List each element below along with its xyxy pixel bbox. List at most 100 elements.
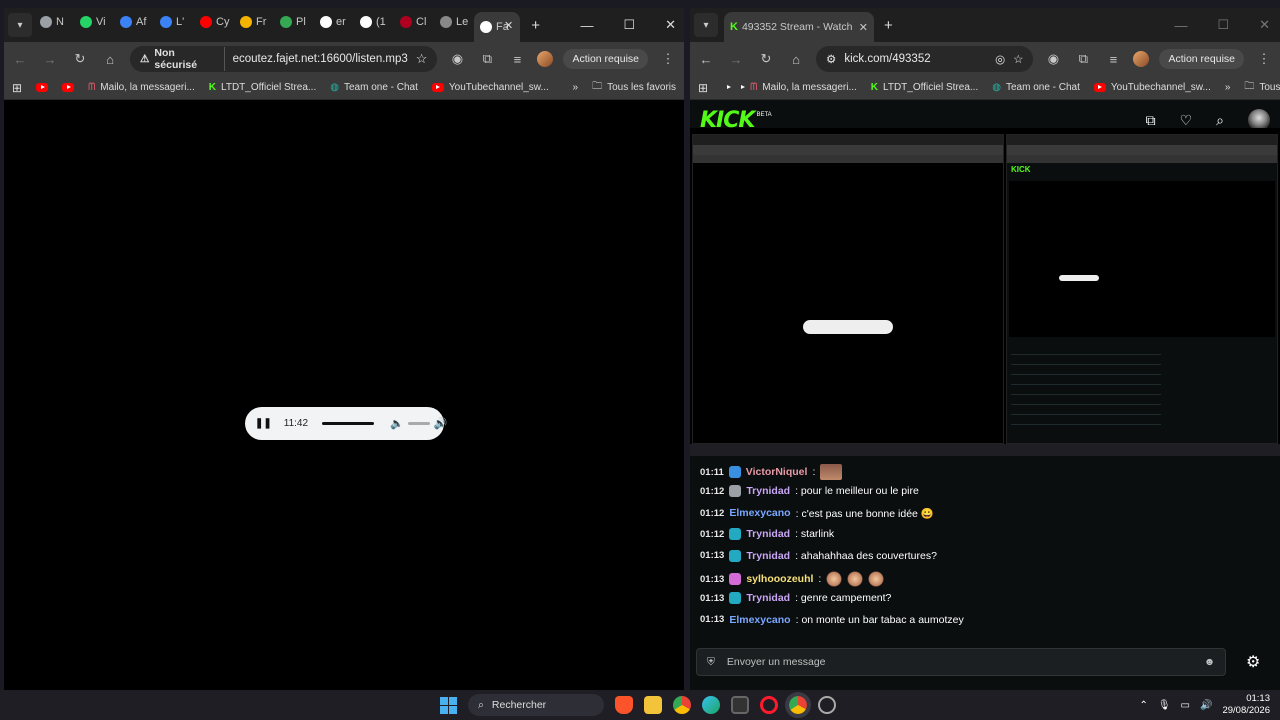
volume-icon[interactable]: 🔊: [1200, 700, 1212, 711]
volume-control[interactable]: 🔈 🔊: [390, 417, 447, 430]
chat-username[interactable]: sylhooozeuhl: [746, 573, 813, 585]
back-icon[interactable]: ←: [10, 52, 30, 67]
reload-icon[interactable]: ↻: [756, 51, 776, 67]
close-window-button[interactable]: ✕: [665, 17, 676, 33]
media-control-icon[interactable]: ≡: [1103, 52, 1123, 67]
bookmark-ltdt[interactable]: K LTDT_Officiel Strea...: [209, 82, 316, 93]
emoji-icon[interactable]: ☻: [1204, 656, 1215, 668]
microphone-icon[interactable]: 🎙: [1158, 700, 1171, 711]
action-required-button[interactable]: Action requise: [563, 49, 648, 69]
more-bookmarks-icon[interactable]: »: [573, 82, 579, 93]
clips-icon[interactable]: ⧉: [1146, 112, 1156, 129]
bookmark-youtubechannel[interactable]: YouTubechannel_sw...: [1093, 82, 1211, 93]
chat-username[interactable]: Trynidad: [746, 592, 790, 604]
tab-3[interactable]: L': [154, 8, 192, 36]
forward-icon[interactable]: →: [726, 52, 746, 67]
action-required-button[interactable]: Action requise: [1159, 49, 1244, 69]
chrome-active-icon[interactable]: [785, 692, 811, 718]
tab-10[interactable]: Le: [434, 8, 472, 36]
bookmark-mailo[interactable]: ᗰ Mailo, la messageri...: [750, 82, 857, 93]
chat-input[interactable]: ⛨ Envoyer un message ☻: [696, 648, 1226, 676]
bookmark-mailo[interactable]: ᗰ Mailo, la messageri...: [88, 82, 195, 93]
close-window-button[interactable]: ✕: [1259, 17, 1270, 33]
app-icon[interactable]: [818, 696, 836, 714]
extension-icon[interactable]: ◉: [447, 51, 467, 67]
clock[interactable]: 01:13 29/08/2026: [1222, 693, 1270, 717]
profile-avatar[interactable]: [537, 51, 554, 67]
address-bar[interactable]: ⚠ Non sécurisé ecoutez.fajet.net:16600/li…: [130, 46, 438, 72]
progress-bar[interactable]: [322, 422, 375, 425]
new-tab-button[interactable]: +: [884, 17, 893, 34]
tab-9[interactable]: Cl: [394, 8, 432, 36]
chat-username[interactable]: Trynidad: [746, 528, 790, 540]
chrome-icon[interactable]: [673, 696, 691, 714]
minimize-button[interactable]: —: [580, 18, 593, 33]
tab-8[interactable]: (1: [354, 8, 392, 36]
bookmark-star-icon[interactable]: ☆: [416, 51, 428, 67]
opera-icon[interactable]: [760, 696, 778, 714]
apps-grid-icon[interactable]: ⊞: [12, 81, 22, 95]
close-tab-icon[interactable]: ✕: [504, 19, 513, 32]
eye-off-icon[interactable]: ◎: [995, 52, 1005, 66]
reload-icon[interactable]: ↻: [70, 51, 90, 67]
security-indicator[interactable]: ⚠ Non sécurisé: [140, 47, 225, 71]
windows-start-icon[interactable]: [440, 696, 457, 714]
profile-avatar[interactable]: [1133, 51, 1150, 67]
youtube-bookmark-icon[interactable]: [36, 83, 49, 92]
chat-username[interactable]: Elmexycano: [729, 507, 790, 519]
minimize-button[interactable]: —: [1174, 18, 1187, 33]
more-bookmarks-icon[interactable]: »: [1225, 82, 1231, 93]
pause-button[interactable]: ❚❚: [255, 418, 272, 429]
brave-icon[interactable]: [615, 696, 633, 714]
tab-search-button[interactable]: ▾: [694, 13, 718, 37]
chat-settings-icon[interactable]: ⚙: [1246, 652, 1260, 672]
menu-kebab-icon[interactable]: ⋮: [658, 51, 678, 67]
bookmark-youtubechannel[interactable]: YouTubechannel_sw...: [431, 82, 549, 93]
youtube-bookmark-icon[interactable]: [62, 83, 75, 92]
home-icon[interactable]: ⌂: [100, 52, 120, 67]
tab-2[interactable]: Af: [114, 8, 152, 36]
extensions-puzzle-icon[interactable]: ⧉: [477, 51, 497, 67]
apps-grid-icon[interactable]: ⊞: [698, 81, 708, 95]
forward-icon[interactable]: →: [40, 52, 60, 67]
file-explorer-icon[interactable]: [644, 696, 662, 714]
tab-7[interactable]: er: [314, 8, 352, 36]
taskbar-search[interactable]: ⌕ Rechercher: [468, 694, 604, 716]
address-bar[interactable]: ⚙ kick.com/493352 ◎ ☆: [816, 46, 1034, 72]
tab-search-button[interactable]: ▾: [8, 13, 32, 37]
store-icon[interactable]: [731, 696, 749, 714]
volume-slider[interactable]: [407, 422, 430, 425]
chat-username[interactable]: Trynidad: [746, 485, 790, 497]
close-tab-icon[interactable]: ✕: [859, 21, 868, 34]
tab-6[interactable]: Pl: [274, 8, 312, 36]
bookmark-team-one[interactable]: ◍ Team one - Chat: [330, 82, 418, 93]
extension-icon[interactable]: ◉: [1043, 51, 1063, 67]
extensions-puzzle-icon[interactable]: ⧉: [1073, 51, 1093, 67]
volume-icon[interactable]: 🔈: [390, 417, 404, 430]
tab-kick[interactable]: K 493352 Stream - Watch Live on ✕: [724, 12, 874, 42]
all-bookmarks-folder[interactable]: 🗀 Tous les favoris: [1244, 79, 1280, 96]
maximize-button[interactable]: ☐: [1217, 17, 1229, 33]
tab-4[interactable]: Cy: [194, 8, 232, 36]
network-icon[interactable]: ▭: [1181, 700, 1190, 711]
back-icon[interactable]: ←: [696, 52, 716, 67]
bookmark-ltdt[interactable]: K LTDT_Officiel Strea...: [871, 82, 978, 93]
chat-username[interactable]: Trynidad: [746, 550, 790, 562]
maximize-button[interactable]: ☐: [623, 17, 635, 33]
bookmark-team-one[interactable]: ◍ Team one - Chat: [992, 82, 1080, 93]
edge-icon[interactable]: [702, 696, 720, 714]
menu-kebab-icon[interactable]: ⋮: [1254, 51, 1274, 67]
tab-5[interactable]: Fr: [234, 8, 272, 36]
chat-username[interactable]: VictorNiquel: [746, 466, 808, 478]
site-info-icon[interactable]: ⚙: [826, 52, 836, 66]
stream-video[interactable]: KICK: [690, 128, 1280, 456]
media-control-icon[interactable]: ≡: [507, 52, 527, 67]
home-icon[interactable]: ⌂: [786, 52, 806, 67]
chat-username[interactable]: Elmexycano: [729, 614, 790, 626]
all-bookmarks-folder[interactable]: 🗀 Tous les favoris: [592, 79, 676, 96]
speaker-icon[interactable]: 🔊: [434, 417, 448, 430]
search-icon[interactable]: ⌕: [1216, 112, 1224, 129]
tab-0[interactable]: N: [34, 8, 72, 36]
new-tab-button[interactable]: +: [531, 17, 540, 34]
bookmark-star-icon[interactable]: ☆: [1013, 52, 1023, 66]
